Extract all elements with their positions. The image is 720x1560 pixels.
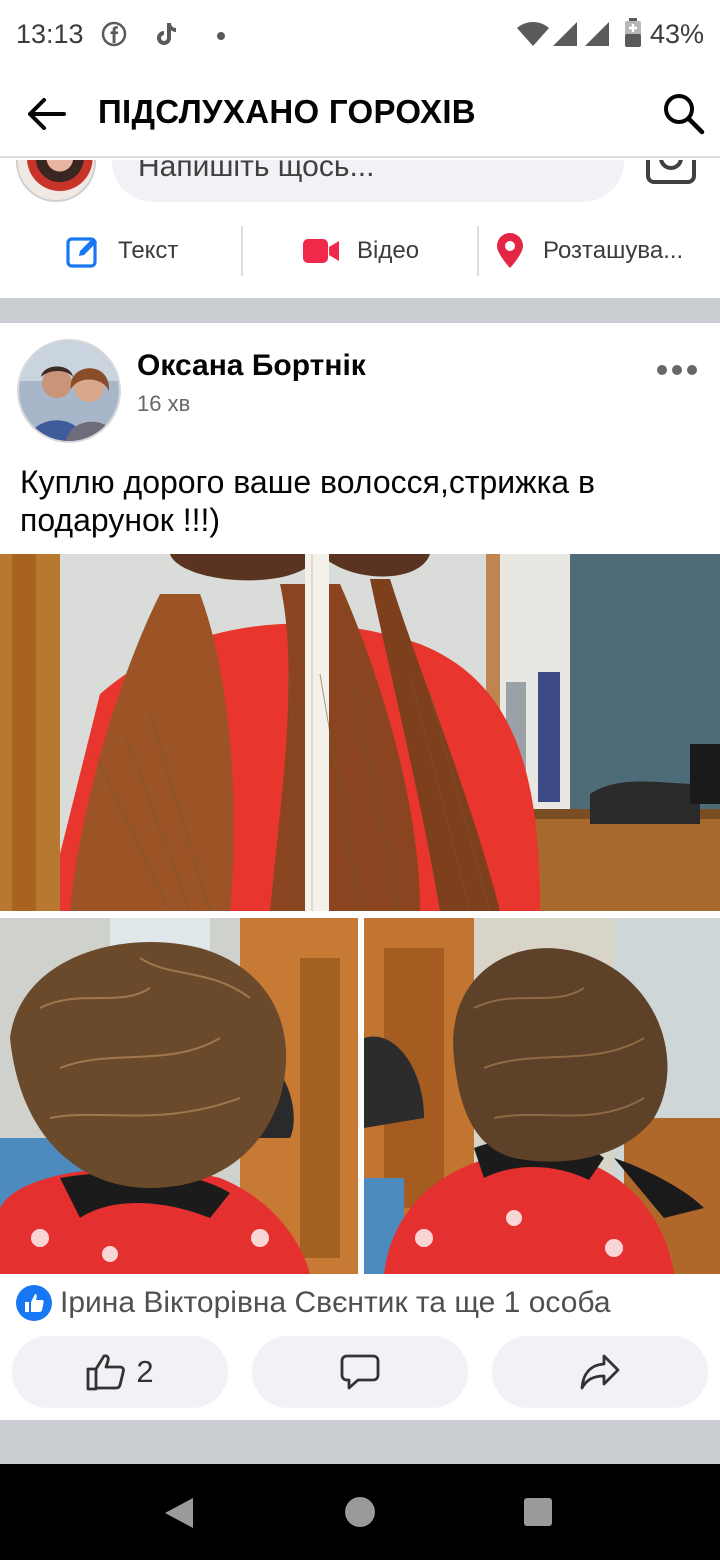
facebook-icon — [100, 20, 128, 53]
wifi-icon — [516, 20, 550, 53]
composer-action-label: Розташува... — [543, 237, 684, 264]
share-icon — [580, 1354, 620, 1390]
battery-icon — [624, 18, 642, 53]
status-bar: 13:13 43% — [0, 0, 720, 70]
composer-placeholder: Напишіть щось... — [138, 160, 375, 183]
like-count: 2 — [136, 1354, 154, 1389]
tiktok-icon — [155, 20, 181, 53]
more-options-icon[interactable] — [656, 363, 698, 377]
composer-actions: Текст Відео Розташува... — [0, 220, 720, 282]
reactions-text: Ірина Вікторівна Свєнтик та ще 1 особа — [60, 1286, 611, 1319]
page-title: ПІДСЛУХАНО ГОРОХІВ — [98, 93, 476, 130]
share-button[interactable] — [492, 1336, 708, 1408]
section-divider — [0, 298, 720, 323]
thumbs-up-icon — [86, 1354, 126, 1391]
reactions-summary[interactable]: Ірина Вікторівна Свєнтик та ще 1 особа — [16, 1283, 611, 1323]
section-divider — [0, 1420, 720, 1464]
avatar[interactable] — [16, 160, 96, 202]
divider — [241, 226, 243, 276]
divider — [477, 226, 479, 276]
comment-icon — [340, 1354, 380, 1390]
system-navigation-bar — [0, 1464, 720, 1560]
post-text: Куплю дорого ваше волосся,стрижка в пода… — [20, 464, 595, 538]
status-time: 13:13 — [16, 19, 84, 49]
post-timestamp[interactable]: 16 хв — [137, 391, 190, 417]
video-camera-icon — [303, 239, 339, 263]
post-photo[interactable] — [364, 918, 720, 1274]
battery-percent: 43% — [649, 19, 704, 49]
location-pin-icon — [497, 233, 523, 268]
app-bar: ПІДСЛУХАНО ГОРОХІВ — [0, 70, 720, 158]
post-composer: Напишіть щось... Текст Відео Розташува..… — [0, 160, 720, 298]
signal-icon — [553, 20, 579, 53]
nav-home-icon[interactable] — [345, 1497, 375, 1527]
nav-recents-icon[interactable] — [524, 1498, 552, 1526]
photo-icon[interactable] — [646, 160, 696, 184]
edit-icon — [66, 237, 97, 268]
like-button[interactable]: 2 — [12, 1336, 228, 1408]
signal-icon — [585, 20, 611, 53]
post: Оксана Бортнік 16 хв Куплю дорого ваше в… — [0, 323, 720, 1420]
composer-input[interactable]: Напишіть щось... — [112, 160, 624, 202]
like-reaction-icon — [16, 1285, 52, 1321]
composer-action-label: Текст — [118, 237, 179, 264]
composer-action-label: Відео — [357, 237, 420, 264]
search-icon[interactable] — [660, 90, 706, 136]
arrow-left-icon[interactable] — [24, 92, 68, 136]
dot-icon — [216, 28, 226, 46]
post-photo[interactable] — [0, 554, 720, 911]
composer-text-button[interactable]: Текст — [66, 220, 178, 282]
comment-button[interactable] — [252, 1336, 468, 1408]
post-photo[interactable] — [0, 918, 358, 1274]
composer-video-button[interactable]: Відео — [303, 220, 419, 282]
composer-location-button[interactable]: Розташува... — [495, 220, 683, 282]
post-author[interactable]: Оксана Бортнік — [137, 349, 366, 383]
avatar[interactable] — [17, 339, 121, 443]
nav-back-icon[interactable] — [163, 1496, 195, 1535]
